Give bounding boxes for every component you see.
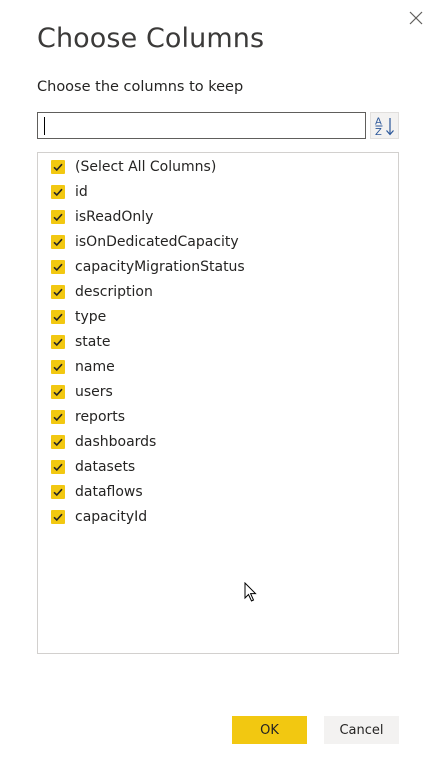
checkmark-icon xyxy=(53,413,63,422)
checkbox-checked[interactable] xyxy=(51,460,65,474)
column-label: dashboards xyxy=(75,434,157,450)
checkmark-icon xyxy=(53,488,63,497)
dialog-subtitle: Choose the columns to keep xyxy=(37,79,244,95)
checkbox-checked[interactable] xyxy=(51,185,65,199)
column-item[interactable]: type xyxy=(51,307,106,327)
checkbox-checked[interactable] xyxy=(51,160,65,174)
checkmark-icon xyxy=(53,238,63,247)
checkbox-checked[interactable] xyxy=(51,210,65,224)
column-label: id xyxy=(75,184,88,200)
cancel-button[interactable]: Cancel xyxy=(324,716,399,744)
checkmark-icon xyxy=(53,213,63,222)
checkmark-icon xyxy=(53,288,63,297)
checkmark-icon xyxy=(53,263,63,272)
close-button[interactable] xyxy=(406,8,426,28)
mouse-pointer-icon xyxy=(244,581,258,606)
checkmark-icon xyxy=(53,388,63,397)
checkmark-icon xyxy=(53,513,63,522)
text-caret xyxy=(44,117,45,135)
column-item[interactable]: state xyxy=(51,332,110,352)
checkbox-checked[interactable] xyxy=(51,335,65,349)
column-list[interactable]: (Select All Columns) id isReadOnly isOnDedi… xyxy=(37,152,399,654)
ok-button[interactable]: OK xyxy=(232,716,307,744)
search-input[interactable] xyxy=(37,112,366,139)
column-label: dataflows xyxy=(75,484,143,500)
column-item[interactable]: isReadOnly xyxy=(51,207,153,227)
checkbox-checked[interactable] xyxy=(51,260,65,274)
checkbox-checked[interactable] xyxy=(51,310,65,324)
checkmark-icon xyxy=(53,438,63,447)
column-label: type xyxy=(75,309,107,325)
column-label: datasets xyxy=(75,459,136,475)
column-label: reports xyxy=(75,409,126,425)
column-item[interactable]: dashboards xyxy=(51,432,156,452)
checkbox-checked[interactable] xyxy=(51,385,65,399)
column-item[interactable]: id xyxy=(51,182,88,202)
column-item[interactable]: datasets xyxy=(51,457,135,477)
column-item[interactable]: capacityMigrationStatus xyxy=(51,257,245,277)
column-label: state xyxy=(75,334,111,350)
column-label: description xyxy=(75,284,153,300)
column-item[interactable]: (Select All Columns) xyxy=(51,157,216,177)
column-item[interactable]: description xyxy=(51,282,153,302)
column-item[interactable]: reports xyxy=(51,407,125,427)
svg-text:Z: Z xyxy=(375,127,382,137)
column-item[interactable]: capacityId xyxy=(51,507,147,527)
dialog-title: Choose Columns xyxy=(37,23,265,54)
choose-columns-dialog: Choose Columns Choose the columns to kee… xyxy=(0,0,436,781)
column-label: name xyxy=(75,359,115,375)
checkmark-icon xyxy=(53,163,63,172)
checkbox-checked[interactable] xyxy=(51,485,65,499)
sort-az-button[interactable]: A Z xyxy=(370,112,399,139)
checkbox-checked[interactable] xyxy=(51,510,65,524)
checkbox-checked[interactable] xyxy=(51,410,65,424)
checkmark-icon xyxy=(53,463,63,472)
column-item[interactable]: dataflows xyxy=(51,482,143,502)
column-label: capacityMigrationStatus xyxy=(75,259,245,275)
column-item[interactable]: users xyxy=(51,382,113,402)
checkbox-checked[interactable] xyxy=(51,360,65,374)
checkmark-icon xyxy=(53,363,63,372)
checkmark-icon xyxy=(53,313,63,322)
column-item[interactable]: isOnDedicatedCapacity xyxy=(51,232,239,252)
sort-az-icon: A Z xyxy=(375,117,394,137)
column-label: (Select All Columns) xyxy=(75,159,217,175)
checkbox-checked[interactable] xyxy=(51,235,65,249)
column-label: users xyxy=(75,384,113,400)
close-icon xyxy=(409,11,423,25)
checkmark-icon xyxy=(53,338,63,347)
column-label: isReadOnly xyxy=(75,209,154,225)
checkbox-checked[interactable] xyxy=(51,435,65,449)
column-label: capacityId xyxy=(75,509,148,525)
checkmark-icon xyxy=(53,188,63,197)
column-item[interactable]: name xyxy=(51,357,115,377)
checkbox-checked[interactable] xyxy=(51,285,65,299)
column-label: isOnDedicatedCapacity xyxy=(75,234,239,250)
